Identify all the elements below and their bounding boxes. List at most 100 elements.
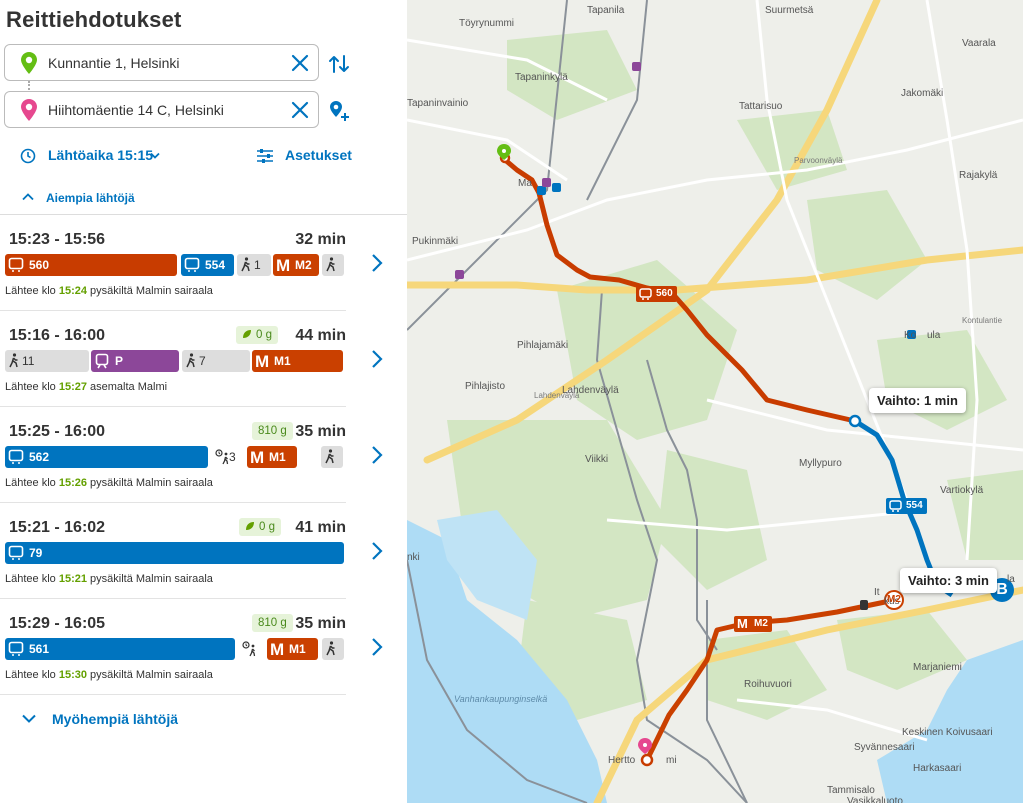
chevron-down-icon [150,152,160,159]
map-place-label: Tattarisuo [739,101,783,112]
departure-stop: asemalta Malmi [86,381,168,393]
leg-label: 7 [199,354,206,368]
add-via-point-icon[interactable] [327,99,351,123]
chevron-right-icon[interactable] [370,445,384,465]
page-title: Reittiehdotukset [6,7,182,32]
itinerary-duration: 41 min [295,519,346,536]
leg-walk [322,254,344,276]
co2-value: 810 g [258,617,287,629]
map-place-label: Harkasaari [913,763,962,774]
co2-value: 810 g [258,425,287,437]
departure-info: Lähtee klo 15:24 pysäkiltä Malmin sairaa… [5,285,213,297]
itinerary-time-range: 15:21 - 16:02 [9,519,106,536]
train-icon [95,353,109,369]
map-place-label: mi [666,755,677,766]
route-badge-m2: M M2 [734,616,772,632]
route-badge-560: 560 [636,286,677,302]
bus-icon [889,500,902,512]
departure-prefix: Lähtee klo [5,477,59,489]
itinerary-time-range: 15:29 - 16:05 [9,615,106,632]
clear-destination-icon[interactable] [290,100,310,120]
leg-metro: M M1 [247,446,297,468]
chevron-down-icon [22,714,36,723]
map-place-label: Pukinmäki [412,236,459,247]
metro-icon: M [737,616,748,631]
chevron-right-icon[interactable] [370,349,384,369]
bus-icon [8,545,24,560]
departure-prefix: Lähtee klo [5,573,59,585]
itinerary-card[interactable]: 15:23 - 15:56 32 min 560 554 1 M M2 Lähtee klo … [0,229,407,319]
leg-metro: M M1 [267,638,318,660]
leg-label: M2 [295,258,312,272]
leg-train: P [91,350,179,372]
leg-bus: 79 [5,542,344,564]
itinerary-card[interactable]: 15:29 - 16:05 35 min 810 g 561 M M1 Lähtee klo… [0,613,407,703]
leg-bus: 562 [5,446,208,468]
origin-field[interactable]: Kunnantie 1, Helsinki [4,44,319,81]
origin-text: Kunnantie 1, Helsinki [48,55,180,71]
swap-icon[interactable] [327,52,351,76]
divider [0,310,346,311]
walk-icon [326,257,335,272]
leg-label: 3 [229,450,236,464]
leg-wait: 3 [212,446,247,468]
itinerary-time-range: 15:23 - 15:56 [9,231,106,248]
departure-info: Lähtee klo 15:27 asemalta Malmi [5,381,167,393]
departure-stop: pysäkiltä Malmin sairaala [86,477,213,489]
sliders-icon [257,149,273,163]
bus-icon [8,449,24,464]
destination-field[interactable]: Hiihtomäentie 14 C, Helsinki [4,91,319,128]
wait-walk-icon [242,641,256,657]
departure-prefix: Lähtee klo [5,669,59,681]
co2-badge: 0 g [236,326,278,344]
map-place-label: Myllypuro [799,458,842,469]
destination-text: Hiihtomäentie 14 C, Helsinki [48,102,224,118]
route-badge-554: 554 [886,498,927,514]
metro-station-label: M2 [887,594,901,605]
map-place-label: Rajakylä [959,170,998,181]
map-view[interactable]: Töyrynummi Tapanila Suurmetsä Vaarala Tapani… [407,0,1023,803]
departure-time: 15:21 [58,573,87,585]
map-place-label: Hertto [608,755,636,766]
co2-badge: 0 g [239,518,281,536]
leg-label: 562 [29,450,50,464]
leg-label: M1 [269,450,286,464]
leg-metro: M M2 [273,254,319,276]
later-departures-label: Myöhempiä lähtöjä [52,711,179,727]
divider [0,502,346,503]
map-place-label: Jakomäki [901,88,944,99]
itinerary-legs-bar: 11 P 7 M M1 [5,350,345,372]
itinerary-duration: 44 min [295,327,346,344]
itinerary-card[interactable]: 15:25 - 16:00 35 min 810 g 562 3 M M1 Lähtee kl… [0,421,407,511]
chevron-right-icon[interactable] [370,541,384,561]
leaf-icon [246,522,254,530]
clear-origin-icon[interactable] [290,53,310,73]
map-place-label: Roihuvuori [744,679,792,690]
transfer-callout-1: Vaihto: 1 min [869,388,966,413]
chevron-right-icon[interactable] [370,637,384,657]
map-place-label: Töyrynummi [459,18,515,29]
itinerary-time-range: 15:25 - 16:00 [9,423,106,440]
metro-icon: M [270,640,285,659]
divider [0,598,346,599]
leg-bus: 554 [181,254,234,276]
metro-icon: M [276,256,291,275]
route-badge-560-label: 560 [656,288,673,299]
itinerary-card[interactable]: 15:16 - 16:00 44 min 0 g 11 P 7 M M1 Lähtee klo … [0,325,407,415]
leg-bus: 561 [5,638,235,660]
map-place-label: Vartiokylä [940,485,984,496]
chevron-right-icon[interactable] [370,253,384,273]
leg-wait [239,638,262,660]
map-place-label: Pihlajamäki [517,340,569,351]
chevron-up-icon [22,193,34,201]
leg-label: 1 [254,258,261,272]
itinerary-card[interactable]: 15:21 - 16:02 41 min 0 g 79 Lähtee klo 15:21… [0,517,407,607]
map-place-label: Suurmetsä [765,5,814,16]
settings-button[interactable]: Asetukset [256,146,352,166]
map-place-label: Viikki [585,454,609,465]
destination-pin-icon [21,99,37,121]
walk-icon [9,353,18,368]
leg-walk: 11 [5,350,89,372]
departure-time: 15:27 [58,381,87,393]
departure-info: Lähtee klo 15:21 pysäkiltä Malmin sairaa… [5,573,213,585]
